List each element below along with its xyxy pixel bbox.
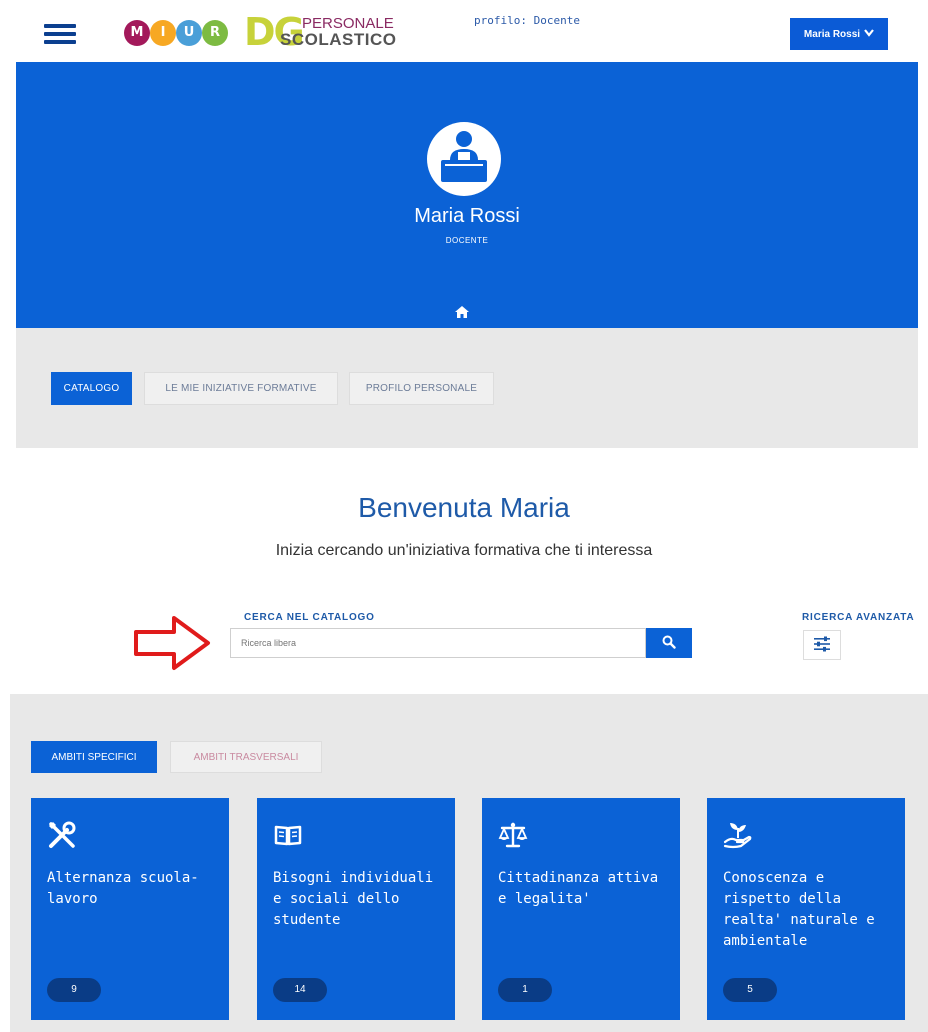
search-button[interactable]	[646, 628, 692, 658]
tab-catalogo[interactable]: CATALOGO	[51, 372, 132, 405]
chevron-down-icon	[864, 29, 874, 39]
dg-logo: DG PERSONALE SCOLASTICO	[244, 12, 404, 52]
tab-profilo-personale[interactable]: PROFILO PERSONALE	[349, 372, 494, 405]
miur-logo: M I U R	[124, 20, 228, 48]
tab-ambiti-specifici[interactable]: AMBITI SPECIFICI	[31, 741, 157, 773]
search-input[interactable]	[230, 628, 646, 658]
ambito-card-bisogni[interactable]: Bisogni individuali e sociali dello stud…	[257, 798, 455, 1020]
tools-icon	[47, 820, 77, 850]
ambito-card-conoscenza[interactable]: Conoscenza e rispetto della realta' natu…	[707, 798, 905, 1020]
user-menu-button[interactable]: Maria Rossi	[790, 18, 888, 50]
ambito-card-count: 14	[273, 978, 327, 1002]
tab-ambiti-trasversali[interactable]: AMBITI TRASVERSALI	[170, 741, 322, 773]
ambito-card-count: 1	[498, 978, 552, 1002]
search-icon	[662, 635, 676, 652]
welcome-subtitle: Inizia cercando un'iniziativa formativa …	[275, 542, 653, 559]
ambito-card-count: 5	[723, 978, 777, 1002]
logo-letter-u: U	[176, 20, 202, 46]
dg-logo-line1: PERSONALE	[302, 15, 394, 32]
profile-role: DOCENTE	[445, 236, 489, 245]
book-icon	[273, 820, 303, 850]
hand-plant-icon	[723, 820, 753, 850]
logo-letter-r: R	[202, 20, 228, 46]
profile-name: Maria Rossi	[414, 205, 520, 227]
welcome-title: Benvenuta Maria	[358, 492, 570, 523]
menu-icon[interactable]	[44, 24, 76, 44]
logo-letter-m: M	[124, 20, 150, 46]
scales-icon	[498, 820, 528, 850]
search-label: CERCA NEL CATALOGO	[244, 612, 375, 623]
user-menu-label: Maria Rossi	[803, 28, 861, 40]
sliders-icon	[813, 636, 831, 655]
home-icon[interactable]	[455, 305, 469, 318]
ambito-card-alternanza[interactable]: Alternanza scuola-lavoro 9	[31, 798, 229, 1020]
logo-letter-i: I	[150, 20, 176, 46]
ambito-card-count: 9	[47, 978, 101, 1002]
profile-text: profilo: Docente	[474, 14, 580, 27]
ambito-card-title: Alternanza scuola-lavoro	[47, 870, 199, 907]
ambito-card-title: Cittadinanza attiva e legalita'	[498, 870, 659, 907]
teacher-avatar-icon	[427, 122, 501, 196]
red-arrow-annotation	[132, 614, 212, 672]
advanced-search-button[interactable]	[803, 630, 841, 660]
ambito-card-cittadinanza[interactable]: Cittadinanza attiva e legalita' 1	[482, 798, 680, 1020]
ambito-card-title: Bisogni individuali e sociali dello stud…	[273, 870, 434, 928]
dg-logo-line2: SCOLASTICO	[280, 30, 397, 49]
tab-le-mie-iniziative[interactable]: LE MIE INIZIATIVE FORMATIVE	[144, 372, 338, 405]
advanced-search-label: RICERCA AVANZATA	[802, 612, 915, 623]
ambito-card-title: Conoscenza e rispetto della realta' natu…	[723, 870, 875, 949]
